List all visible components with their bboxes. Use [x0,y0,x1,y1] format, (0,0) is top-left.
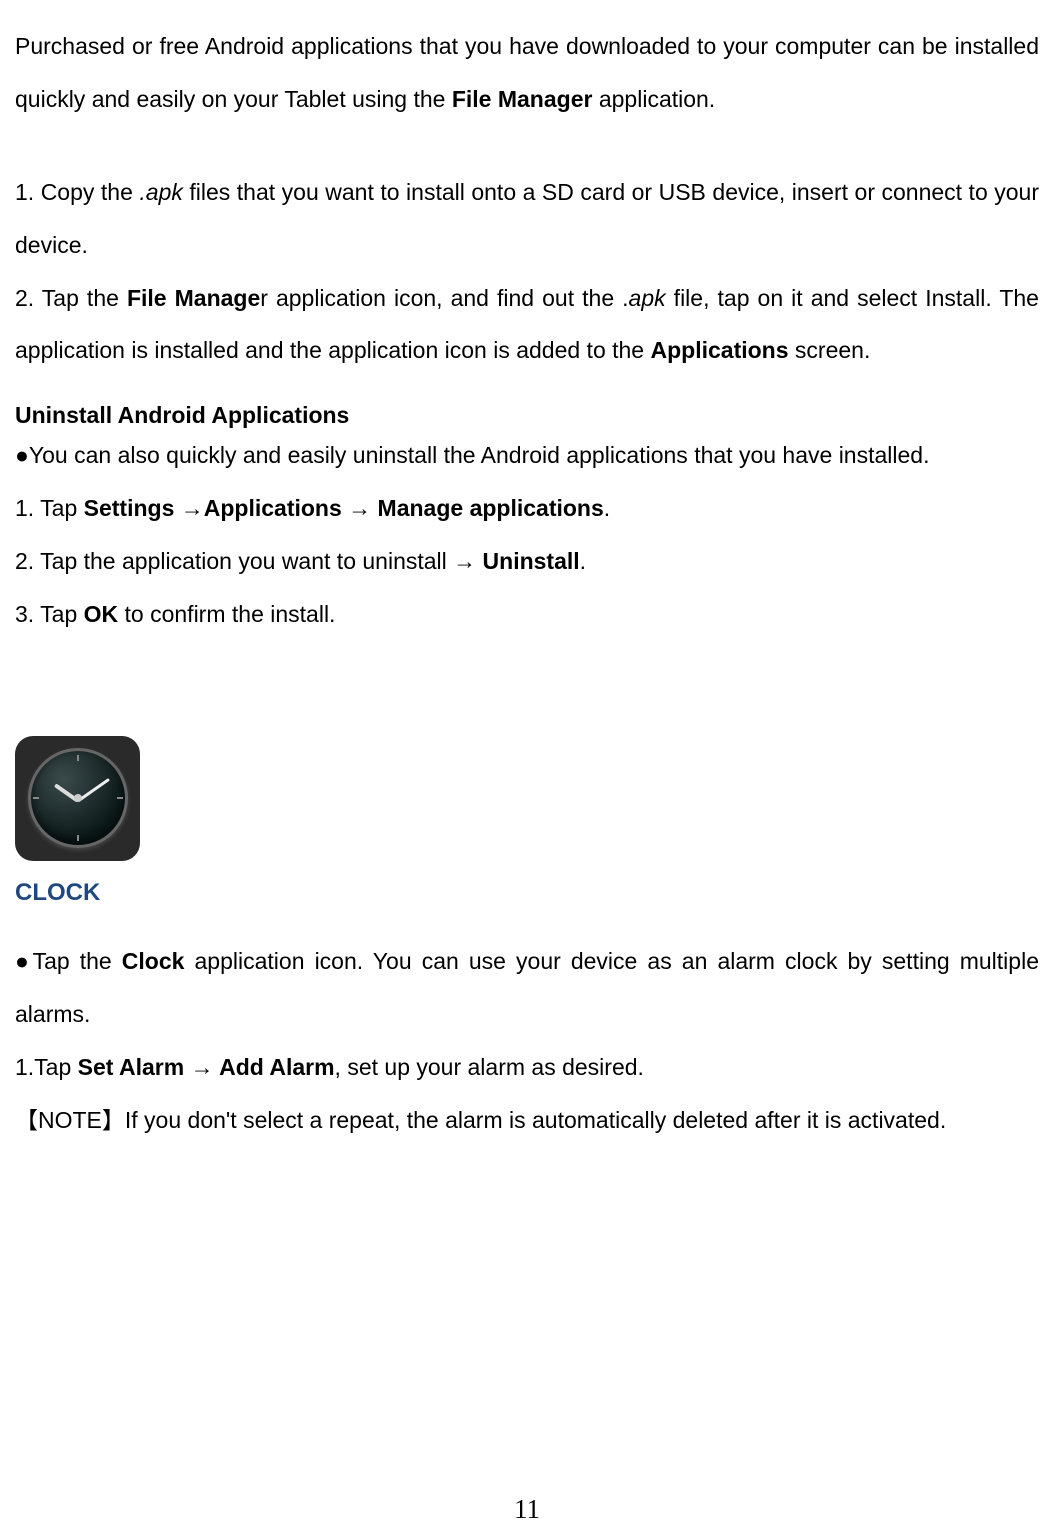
clock-note: 【NOTE】If you don't select a repeat, the … [15,1094,1039,1147]
clock-step-1: 1.Tap Set Alarm → Add Alarm, set up your… [15,1041,1039,1094]
uninstall-bullet: ●You can also quickly and easily uninsta… [15,429,1039,482]
uninstall-step-2: 2. Tap the application you want to unins… [15,535,1039,588]
clock-title: CLOCK [15,879,1039,907]
page-number: 11 [514,1494,540,1525]
uninstall-step-1: 1. Tap Settings →Applications → Manage a… [15,482,1039,535]
uninstall-steps: ●You can also quickly and easily uninsta… [15,429,1039,641]
clock-bullet: ●Tap the Clock application icon. You can… [15,935,1039,1041]
clock-content: ●Tap the Clock application icon. You can… [15,935,1039,1147]
uninstall-step-3: 3. Tap OK to confirm the install. [15,588,1039,641]
intro-paragraph: Purchased or free Android applications t… [15,20,1039,126]
install-steps: 1. Copy the .apk files that you want to … [15,166,1039,378]
clock-icon [15,736,140,861]
install-step-1: 1. Copy the .apk files that you want to … [15,166,1039,272]
install-step-2: 2. Tap the File Manager application icon… [15,272,1039,378]
uninstall-heading: Uninstall Android Applications [15,402,1039,429]
intro-text-after: application. [592,86,715,112]
clock-face-icon [28,748,128,848]
intro-bold: File Manager [452,86,593,112]
